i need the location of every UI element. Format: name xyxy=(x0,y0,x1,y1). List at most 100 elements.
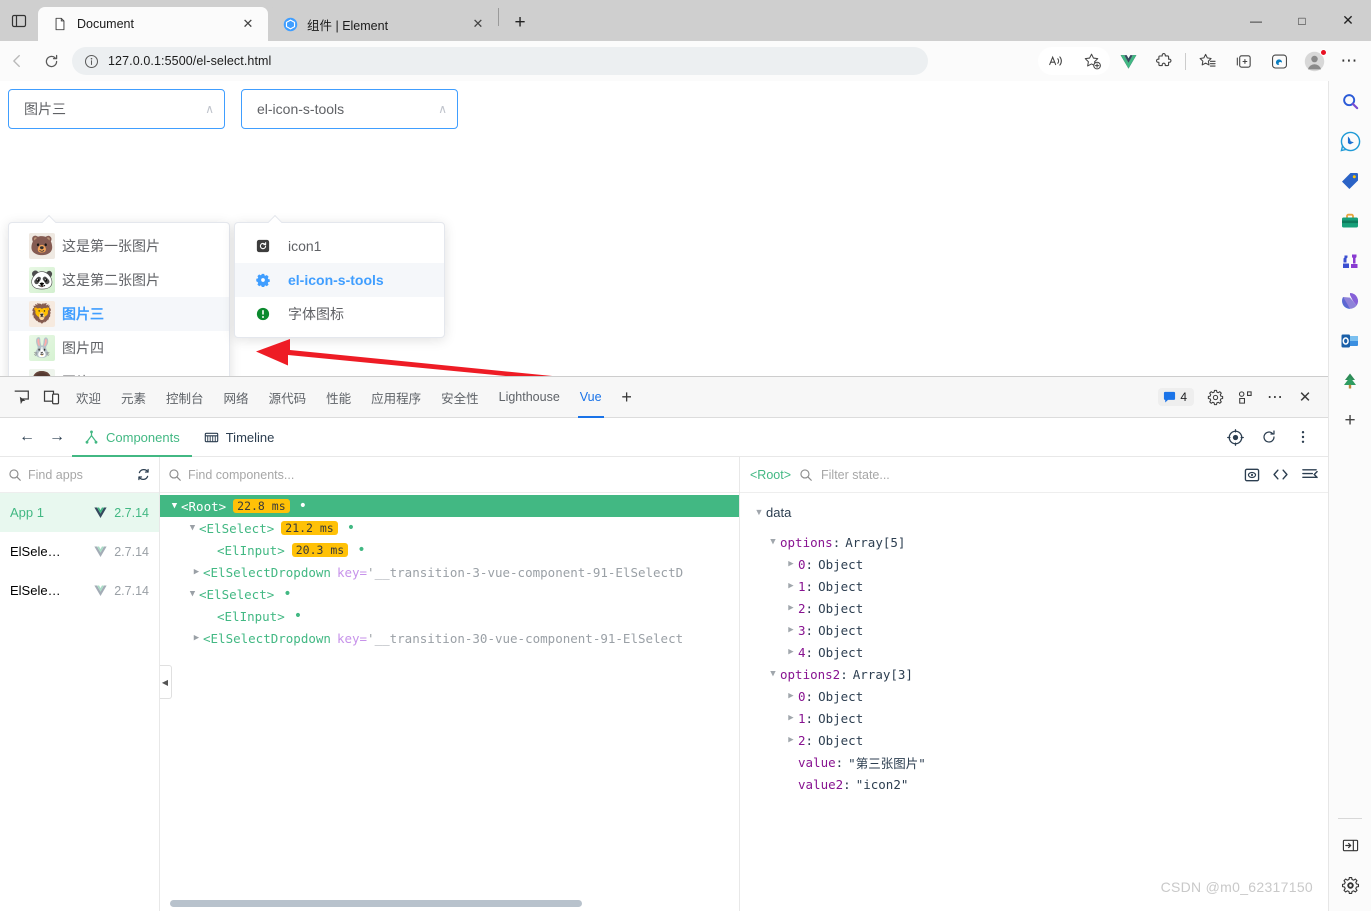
dropdown-option[interactable]: 🐰 图片四 xyxy=(9,331,229,365)
expand-toggle-icon[interactable]: ▼ xyxy=(766,669,780,679)
expand-toggle-icon[interactable]: ▶ xyxy=(784,713,798,723)
settings-gear-icon[interactable] xyxy=(1329,865,1371,905)
browser-tab-element[interactable]: 组件 | Element ✕ xyxy=(268,7,498,41)
copilot-bing-icon[interactable] xyxy=(1329,121,1371,161)
devtools-tab-application[interactable]: 应用程序 xyxy=(361,377,431,418)
filter-state-placeholder[interactable]: Filter state... xyxy=(821,468,1236,482)
vue-forward-icon[interactable]: → xyxy=(42,422,72,452)
expand-toggle-icon[interactable]: ▶ xyxy=(784,603,798,613)
customize-icon[interactable] xyxy=(1230,382,1260,412)
state-row[interactable]: ▼ options : Array[5] xyxy=(740,531,1328,553)
devtools-tab-console[interactable]: 控制台 xyxy=(156,377,214,418)
issues-badge[interactable]: 4 xyxy=(1158,388,1194,406)
profile-avatar[interactable] xyxy=(1297,46,1331,76)
more-options-icon[interactable]: ⋯ xyxy=(1331,46,1367,76)
find-components-search[interactable]: Find components... xyxy=(160,457,739,493)
select-component-icon[interactable] xyxy=(1220,422,1250,452)
devtools-tab-lighthouse[interactable]: Lighthouse xyxy=(489,377,570,418)
close-window-button[interactable]: ✕ xyxy=(1325,0,1371,41)
state-row[interactable]: ▼ options2 : Array[3] xyxy=(740,663,1328,685)
state-row[interactable]: ▶ 1 : Object xyxy=(740,707,1328,729)
expand-toggle-icon[interactable]: ▶ xyxy=(784,559,798,569)
devtools-tab-performance[interactable]: 性能 xyxy=(316,377,361,418)
new-tab-button[interactable]: + xyxy=(505,8,535,38)
add-panel-button[interactable]: + xyxy=(612,382,642,412)
microsoft365-icon[interactable] xyxy=(1329,281,1371,321)
refresh-apps-icon[interactable] xyxy=(136,467,151,482)
minimize-button[interactable]: — xyxy=(1233,0,1279,41)
devtools-tab-sources[interactable]: 源代码 xyxy=(259,377,317,418)
dropdown-option[interactable]: 👦 图片五 xyxy=(9,365,229,376)
expand-toggle-icon[interactable]: ▼ xyxy=(752,507,766,517)
address-bar[interactable]: 127.0.0.1:5500/el-select.html xyxy=(72,47,928,75)
open-in-editor-icon[interactable] xyxy=(1272,466,1289,483)
tree-row-root[interactable]: ▼ <Root> 22.8 ms • xyxy=(160,495,739,517)
collapse-pane-handle[interactable]: ◀ xyxy=(160,665,172,699)
extensions-puzzle-icon[interactable] xyxy=(1146,46,1182,76)
games-icon[interactable] xyxy=(1329,241,1371,281)
back-icon[interactable] xyxy=(0,46,34,76)
tree-row[interactable]: <ElInput> • xyxy=(160,605,739,627)
expand-toggle-icon[interactable]: ▶ xyxy=(784,625,798,635)
expand-toggle-icon[interactable]: ▼ xyxy=(168,501,181,511)
devtools-tab-welcome[interactable]: 欢迎 xyxy=(66,377,111,418)
state-row-value[interactable]: value : "第三张图片" xyxy=(740,751,1328,773)
info-circle-icon[interactable] xyxy=(82,52,100,70)
more-vertical-icon[interactable] xyxy=(1288,422,1318,452)
device-toolbar-icon[interactable] xyxy=(36,382,66,412)
state-row-value2[interactable]: value2 : "icon2" xyxy=(740,773,1328,795)
devtools-tab-network[interactable]: 网络 xyxy=(214,377,259,418)
dropdown-option[interactable]: 🐼 这是第二张图片 xyxy=(9,263,229,297)
expand-sidebar-icon[interactable] xyxy=(1329,825,1371,865)
tab-actions-icon[interactable] xyxy=(0,0,38,41)
vue-tab-timeline[interactable]: Timeline xyxy=(192,418,287,457)
state-group-data[interactable]: ▼ data xyxy=(740,501,1328,523)
read-aloud-icon[interactable] xyxy=(1038,46,1074,76)
state-row[interactable]: ▶ 0 : Object xyxy=(740,685,1328,707)
more-options-icon[interactable]: ⋯ xyxy=(1260,382,1290,412)
refresh-icon[interactable] xyxy=(1254,422,1284,452)
vue-tab-components[interactable]: Components xyxy=(72,418,192,457)
tree-row[interactable]: ▶ <ElSelectDropdown key= '__transition-3… xyxy=(160,627,739,649)
state-row[interactable]: ▶ 2 : Object xyxy=(740,597,1328,619)
chevron-up-icon[interactable]: ∧ xyxy=(438,103,447,115)
expand-toggle-icon[interactable]: ▶ xyxy=(784,691,798,701)
dropdown-option[interactable]: 🐻 这是第一张图片 xyxy=(9,229,229,263)
close-icon[interactable]: ✕ xyxy=(238,14,258,34)
tree-icon[interactable] xyxy=(1329,361,1371,401)
app-list-item[interactable]: ElSele… 2.7.14 xyxy=(0,571,159,610)
expand-toggle-icon[interactable]: ▼ xyxy=(766,537,780,547)
chevron-up-icon[interactable]: ∧ xyxy=(205,103,214,115)
expand-toggle-icon[interactable]: ▼ xyxy=(186,589,199,599)
select-icon-input[interactable]: el-icon-s-tools ∧ xyxy=(241,89,458,129)
expand-toggle-icon[interactable]: ▶ xyxy=(784,647,798,657)
expand-toggle-icon[interactable]: ▼ xyxy=(186,523,199,533)
browser-tab-document[interactable]: Document ✕ xyxy=(38,7,268,41)
devtools-tab-vue[interactable]: Vue xyxy=(570,377,612,418)
horizontal-scrollbar[interactable] xyxy=(170,900,582,907)
tree-row[interactable]: <ElInput> 20.3 ms • xyxy=(160,539,739,561)
app-list-item[interactable]: ElSele… 2.7.14 xyxy=(0,532,159,571)
state-row[interactable]: ▶ 2 : Object xyxy=(740,729,1328,751)
collections-icon[interactable] xyxy=(1225,46,1261,76)
add-favorite-icon[interactable] xyxy=(1074,46,1110,76)
tree-row[interactable]: ▼ <ElSelect> • xyxy=(160,583,739,605)
state-row[interactable]: ▶ 1 : Object xyxy=(740,575,1328,597)
search-icon[interactable] xyxy=(1329,81,1371,121)
expand-toggle-icon[interactable]: ▶ xyxy=(190,633,203,643)
close-devtools-icon[interactable]: ✕ xyxy=(1290,382,1320,412)
expand-toggle-icon[interactable]: ▶ xyxy=(784,581,798,591)
shopping-tag-icon[interactable] xyxy=(1329,161,1371,201)
dropdown-option-selected[interactable]: 🦁 图片三 xyxy=(9,297,229,331)
dropdown-option[interactable]: icon1 xyxy=(235,229,444,263)
inspect-dom-icon[interactable] xyxy=(1244,467,1260,483)
app-list-item[interactable]: App 1 2.7.14 xyxy=(0,493,159,532)
vue-back-icon[interactable]: ← xyxy=(12,422,42,452)
state-row[interactable]: ▶ 0 : Object xyxy=(740,553,1328,575)
vue-devtools-extension-icon[interactable] xyxy=(1110,46,1146,76)
expand-toggle-icon[interactable]: ▶ xyxy=(784,735,798,745)
tree-row[interactable]: ▼ <ElSelect> 21.2 ms • xyxy=(160,517,739,539)
favorites-icon[interactable] xyxy=(1189,46,1225,76)
dropdown-option[interactable]: 字体图标 xyxy=(235,297,444,331)
state-row[interactable]: ▶ 3 : Object xyxy=(740,619,1328,641)
